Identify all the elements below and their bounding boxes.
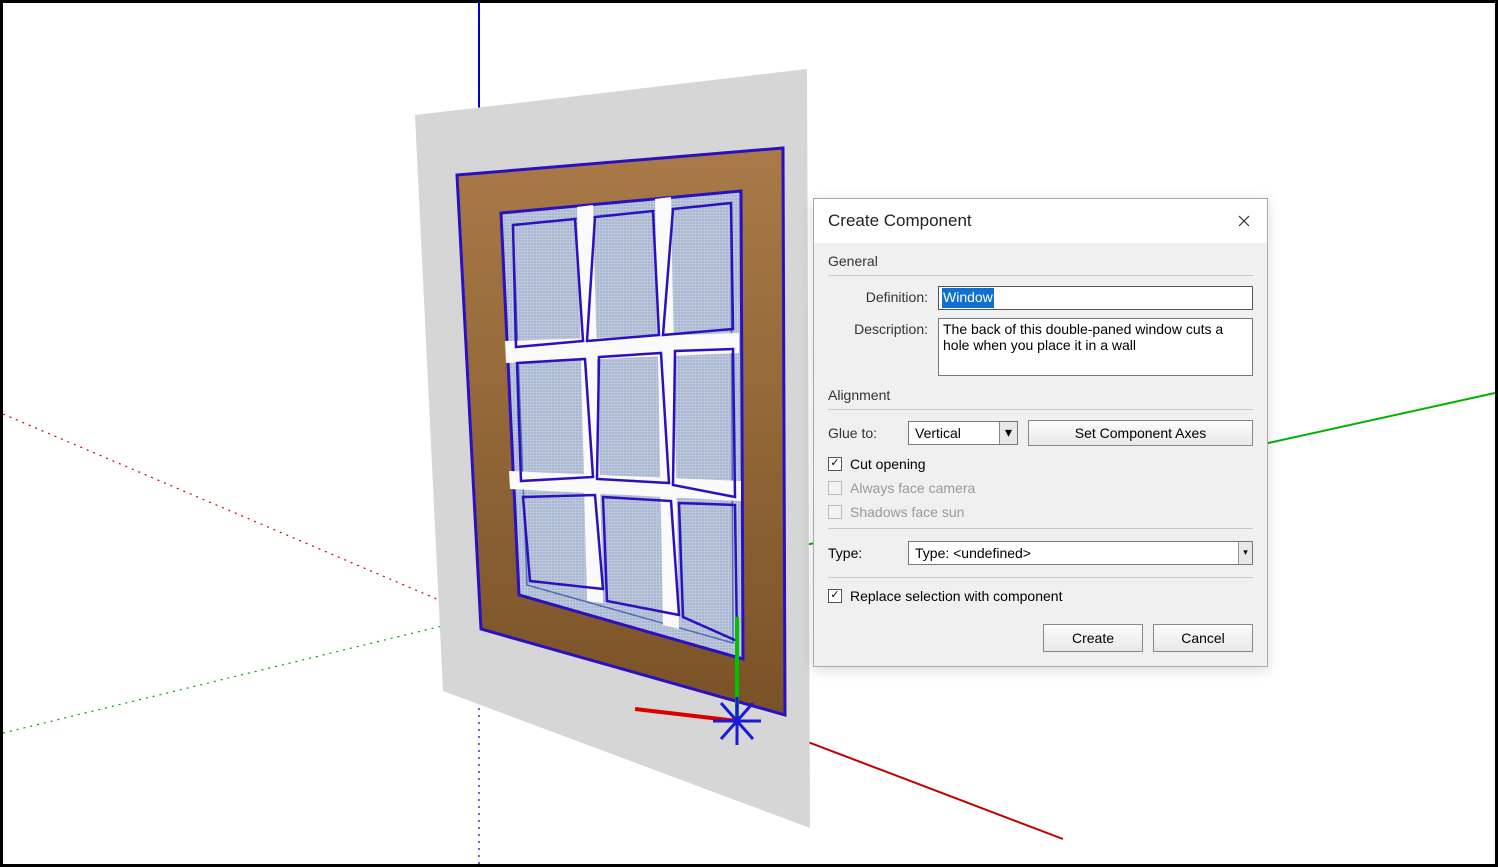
cut-opening-checkbox-row[interactable]: Cut opening <box>828 456 1253 472</box>
glue-to-label: Glue to: <box>828 425 898 441</box>
definition-input[interactable]: Window <box>938 286 1253 310</box>
general-section-label: General <box>828 253 1253 269</box>
create-component-dialog: Create Component General Definition: Win… <box>813 198 1268 667</box>
replace-selection-row[interactable]: Replace selection with component <box>828 588 1253 604</box>
close-button[interactable] <box>1229 209 1259 233</box>
always-face-camera-checkbox <box>828 481 842 495</box>
divider <box>828 275 1253 276</box>
cut-opening-checkbox[interactable] <box>828 457 842 471</box>
dialog-titlebar[interactable]: Create Component <box>814 199 1267 243</box>
replace-selection-label: Replace selection with component <box>850 588 1062 604</box>
cut-opening-label: Cut opening <box>850 456 926 472</box>
chevron-down-icon: ▾ <box>1238 542 1252 564</box>
glue-to-select[interactable]: Vertical ▾ <box>908 421 1018 445</box>
cancel-button[interactable]: Cancel <box>1153 624 1253 652</box>
always-face-camera-label: Always face camera <box>850 480 975 496</box>
glue-to-value: Vertical <box>915 425 961 441</box>
type-label: Type: <box>828 545 898 561</box>
shadows-face-sun-row: Shadows face sun <box>828 504 1253 520</box>
description-input[interactable] <box>938 318 1253 376</box>
definition-label: Definition: <box>828 286 938 305</box>
always-face-camera-row: Always face camera <box>828 480 1253 496</box>
divider <box>828 409 1253 410</box>
divider <box>828 528 1253 529</box>
create-button[interactable]: Create <box>1043 624 1143 652</box>
3d-viewport[interactable] <box>3 3 1495 864</box>
shadows-face-sun-checkbox <box>828 505 842 519</box>
description-label: Description: <box>828 318 938 337</box>
type-select[interactable]: Type: <undefined> ▾ <box>908 541 1253 565</box>
chevron-down-icon: ▾ <box>999 422 1017 444</box>
type-value: Type: <undefined> <box>915 545 1031 561</box>
alignment-section-label: Alignment <box>828 387 1253 403</box>
replace-selection-checkbox[interactable] <box>828 589 842 603</box>
shadows-face-sun-label: Shadows face sun <box>850 504 964 520</box>
dialog-title: Create Component <box>828 211 972 231</box>
divider <box>828 577 1253 578</box>
close-icon <box>1238 215 1250 227</box>
set-component-axes-button[interactable]: Set Component Axes <box>1028 420 1253 446</box>
